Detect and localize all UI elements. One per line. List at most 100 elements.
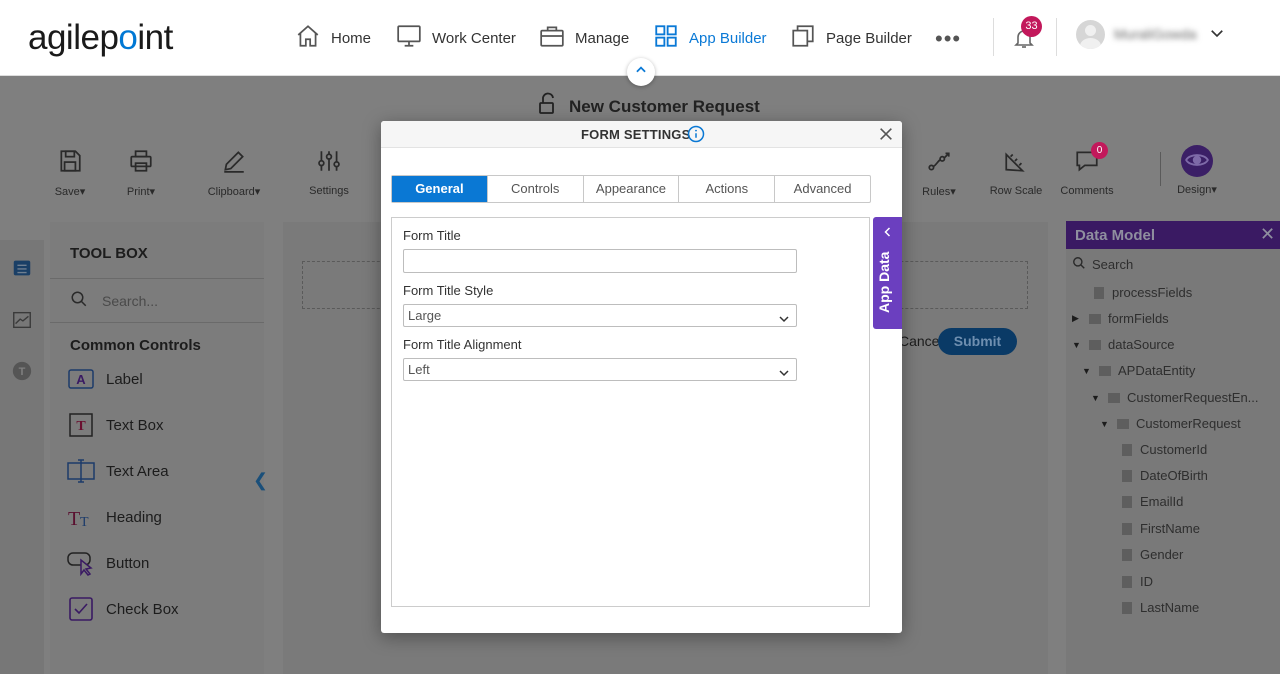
tree-node[interactable]: CustomerId [1120, 442, 1207, 457]
field-icon [1092, 286, 1106, 300]
nav-page-builder[interactable]: Page Builder [790, 24, 912, 52]
info-icon[interactable] [687, 125, 705, 148]
tree-node[interactable]: ID [1120, 574, 1153, 589]
tree-node[interactable]: ▼ CustomerRequest [1100, 416, 1241, 431]
form-title-input[interactable] [403, 249, 797, 273]
toolbox-control-heading[interactable]: TT Heading [66, 502, 162, 532]
unlock-icon[interactable] [537, 92, 561, 121]
toolbox-control-name: Button [106, 554, 150, 572]
home-icon [295, 23, 321, 53]
toolbar-settings[interactable]: Settings [294, 145, 364, 197]
chevron-left-icon [882, 225, 894, 243]
app-data-toggle[interactable]: App Data [873, 217, 902, 329]
tree-node-label: CustomerId [1140, 442, 1208, 457]
nav-work-center[interactable]: Work Center [396, 24, 516, 52]
collapse-icon[interactable]: ▼ [1100, 419, 1110, 429]
toolbar-clipboard-label: Clipboard [207, 186, 255, 198]
tab-controls[interactable]: Controls [488, 176, 584, 202]
close-icon[interactable] [878, 126, 894, 142]
tab-general[interactable]: General [392, 176, 488, 202]
form-title-label: Form Title [403, 228, 461, 243]
nav-app-builder[interactable]: App Builder [653, 24, 767, 52]
heading-icon: TT [66, 502, 96, 532]
field-icon [1120, 443, 1134, 457]
toolbar-save[interactable]: Save▾ [35, 145, 105, 198]
table-icon [1088, 312, 1102, 326]
submit-button[interactable]: Submit [938, 328, 1017, 355]
tree-node[interactable]: DateOfBirth [1120, 468, 1208, 483]
toolbar-comments[interactable]: Comments [1052, 145, 1122, 197]
tree-node[interactable]: ▼ CustomerRequestEn... [1091, 390, 1259, 405]
toolbar-print[interactable]: Print▾ [106, 145, 176, 198]
tree-node[interactable]: processFields [1076, 285, 1192, 300]
eye-icon [1184, 147, 1210, 176]
toolbox-title: TOOL BOX [70, 245, 148, 262]
chevron-left-icon[interactable]: ❮ [253, 470, 268, 491]
cancel-button[interactable]: Cancel [899, 333, 943, 349]
theme-icon[interactable]: T [11, 360, 33, 382]
toolbar-clipboard[interactable]: Clipboard▾ [199, 145, 269, 198]
chart-icon[interactable] [11, 309, 33, 331]
field-icon [1120, 548, 1134, 562]
svg-text:T: T [76, 419, 86, 434]
text-box-icon: T [66, 410, 96, 440]
rules-icon [926, 148, 952, 177]
toolbox-search-placeholder: Search... [102, 292, 159, 309]
tab-actions[interactable]: Actions [679, 176, 776, 202]
table-icon [1088, 338, 1102, 352]
collapse-icon[interactable]: ▼ [1082, 366, 1092, 376]
tree-node-label: CustomerRequestEn... [1127, 390, 1259, 405]
collapse-header-button[interactable] [627, 58, 655, 86]
toolbar-row-scale[interactable]: Row Scale [981, 145, 1051, 197]
sliders-icon [316, 148, 342, 177]
tree-node[interactable]: LastName [1120, 600, 1199, 615]
avatar[interactable] [1076, 20, 1105, 49]
tree-node[interactable]: Gender [1120, 547, 1183, 562]
toolbox-control-label[interactable]: A Label [66, 364, 143, 394]
toolbox-search-input[interactable]: Search... [70, 290, 158, 311]
logo-accent-letter: o [118, 18, 138, 57]
tree-node[interactable]: ▶ formFields [1072, 311, 1169, 326]
form-title-style-select[interactable]: Large [403, 304, 797, 327]
toolbox-control-text-area[interactable]: Text Area [66, 456, 169, 486]
nav-home[interactable]: Home [295, 24, 371, 52]
field-icon [1120, 601, 1134, 615]
toolbar-rules[interactable]: Rules▾ [904, 145, 974, 198]
tree-node[interactable]: EmailId [1120, 494, 1183, 509]
search-icon [70, 290, 88, 311]
toolbox-control-text-box[interactable]: T Text Box [66, 410, 164, 440]
tree-node[interactable]: ▼ dataSource [1072, 337, 1175, 352]
tree-node-label: processFields [1112, 285, 1193, 300]
tab-advanced[interactable]: Advanced [775, 176, 870, 202]
page-title: New Customer Request [537, 92, 760, 121]
tree-node[interactable]: FirstName [1120, 521, 1200, 536]
nav-manage[interactable]: Manage [539, 24, 629, 52]
data-model-title: Data Model [1075, 227, 1156, 244]
field-icon [1120, 522, 1134, 536]
toolbar-save-label: Save [54, 186, 80, 198]
more-menu-button[interactable]: ••• [935, 26, 961, 52]
close-icon[interactable]: ✕ [1260, 224, 1275, 245]
agilepoint-logo[interactable]: agilepoint [28, 18, 173, 58]
tab-appearance[interactable]: Appearance [584, 176, 680, 202]
expand-icon[interactable]: ▶ [1072, 313, 1082, 324]
left-icon-rail: T [0, 240, 44, 674]
toolbox-control-name: Text Box [106, 416, 164, 434]
tree-node[interactable]: ▼ APDataEntity [1082, 363, 1195, 378]
divider [50, 278, 264, 279]
user-name[interactable]: MuraliGowda [1114, 26, 1196, 42]
collapse-icon[interactable]: ▼ [1072, 340, 1082, 350]
collapse-icon[interactable]: ▼ [1091, 393, 1101, 403]
field-icon [1120, 495, 1134, 509]
list-icon[interactable] [11, 257, 33, 279]
chevron-down-icon[interactable] [1208, 24, 1226, 47]
form-title-alignment-select[interactable]: Left [403, 358, 797, 381]
print-icon [128, 148, 154, 177]
toolbar-design[interactable]: Design▾ [1162, 145, 1232, 196]
divider [50, 322, 264, 323]
toolbox-control-button[interactable]: Button [66, 548, 149, 578]
dialog-header: FORM SETTINGS [381, 121, 902, 148]
data-model-header: Data Model ✕ [1066, 221, 1280, 249]
toolbox-control-check-box[interactable]: Check Box [66, 594, 179, 624]
data-model-search-input[interactable]: Search [1072, 256, 1133, 273]
